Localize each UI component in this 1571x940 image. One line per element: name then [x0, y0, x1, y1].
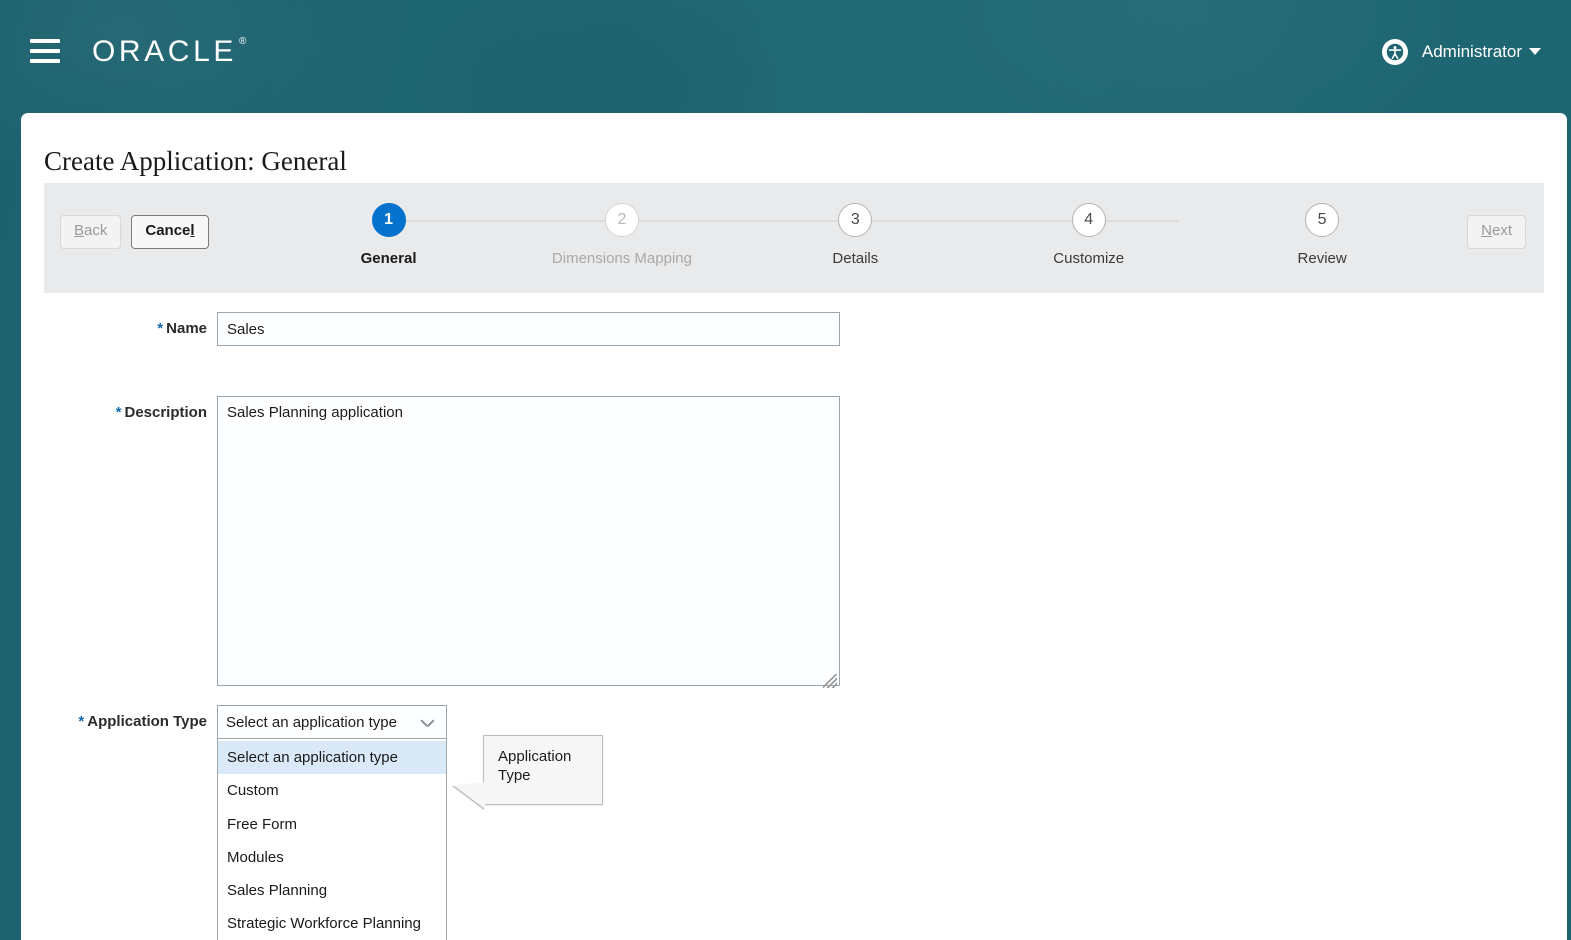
wizard-train: 1 General 2 Dimensions Mapping 3 Details…	[209, 183, 1468, 267]
chevron-down-icon	[1529, 48, 1541, 55]
train-step-label: Review	[1297, 250, 1347, 267]
oracle-logo[interactable]: ORACLE ®	[92, 34, 247, 69]
global-header: ORACLE ® Administrator	[0, 0, 1571, 105]
description-textarea-wrapper: Sales Planning application	[217, 396, 840, 691]
next-label: ext	[1491, 222, 1512, 239]
name-label-text: Name	[166, 320, 207, 337]
application-type-label-text: Application Type	[87, 713, 207, 730]
required-marker: *	[78, 713, 85, 730]
train-step-number: 1	[371, 203, 406, 237]
option-modules[interactable]: Modules	[218, 841, 446, 874]
description-label: * Description	[21, 396, 217, 421]
cancel-label: Cance	[145, 222, 191, 239]
option-sales-planning[interactable]: Sales Planning	[218, 874, 446, 907]
accessibility-icon[interactable]	[1381, 38, 1408, 65]
application-type-tooltip: Application Type	[453, 735, 603, 809]
train-step-number: 3	[838, 203, 873, 237]
hamburger-menu-icon[interactable]	[30, 38, 60, 63]
train-step-label: Customize	[1053, 250, 1125, 267]
hamburger-bar	[30, 38, 60, 43]
train-step-customize[interactable]: 4 Customize	[1004, 203, 1174, 267]
back-label: ack	[84, 222, 108, 239]
tooltip-tail	[453, 782, 485, 809]
application-type-label: * Application Type	[21, 705, 217, 730]
train-step-label: General	[360, 250, 417, 267]
train-step-number: 2	[604, 203, 639, 237]
header-right-group: Administrator	[1381, 38, 1553, 65]
tooltip-text: Application Type	[498, 748, 572, 784]
next-button[interactable]: Next	[1467, 215, 1526, 249]
create-application-form: *Name *Description Sales Planning applic…	[21, 298, 1567, 940]
next-accesskey: N	[1481, 222, 1492, 239]
required-marker: *	[115, 404, 122, 421]
application-type-select-wrapper: Select an application type Select an app…	[217, 705, 447, 940]
train-step-number: 5	[1305, 203, 1340, 237]
chevron-down-icon	[421, 718, 434, 726]
required-marker: *	[157, 320, 164, 337]
train-step-general[interactable]: 1 General	[304, 203, 474, 267]
oracle-wordmark: ORACLE	[92, 34, 237, 68]
description-textarea[interactable]: Sales Planning application	[217, 396, 840, 686]
registered-trademark-icon: ®	[238, 35, 247, 47]
train-step-label: Dimensions Mapping	[551, 250, 692, 267]
hamburger-bar	[30, 48, 60, 53]
hamburger-bar	[30, 58, 60, 63]
cancel-button[interactable]: Cancel	[131, 215, 209, 249]
field-row-application-type: * Application Type Select an application …	[21, 705, 1567, 940]
application-type-select[interactable]: Select an application type	[217, 705, 447, 739]
option-custom[interactable]: Custom	[218, 774, 446, 807]
user-menu[interactable]: Administrator	[1422, 42, 1541, 62]
train-step-dimensions-mapping: 2 Dimensions Mapping	[537, 203, 707, 267]
application-type-selected-value: Select an application type	[226, 713, 397, 731]
train-step-details[interactable]: 3 Details	[770, 203, 940, 267]
cancel-accesskey: l	[190, 222, 195, 239]
user-menu-label: Administrator	[1421, 41, 1522, 61]
train-step-number: 4	[1071, 203, 1106, 237]
toolbar-left-buttons: Back Cancel	[44, 183, 209, 249]
content-card: Create Application: General Back Cancel …	[21, 113, 1567, 940]
description-label-text: Description	[124, 404, 207, 421]
toolbar-right-buttons: Next	[1467, 183, 1544, 249]
back-accesskey: B	[74, 222, 85, 239]
page-title: Create Application: General	[44, 146, 347, 176]
field-row-name: * Name	[21, 312, 1567, 346]
option-select-an-application-type[interactable]: Select an application type	[218, 741, 446, 775]
name-input[interactable]	[217, 312, 840, 346]
application-type-options-list[interactable]: Select an application type Custom Free F…	[217, 739, 447, 940]
option-free-form[interactable]: Free Form	[218, 808, 446, 841]
option-strategic-workforce-planning[interactable]: Strategic Workforce Planning	[218, 907, 446, 940]
train-step-review[interactable]: 5 Review	[1237, 203, 1407, 267]
field-row-description: * Description Sales Planning application	[21, 396, 1567, 691]
back-button[interactable]: Back	[60, 215, 122, 249]
train-step-label: Details	[832, 250, 879, 267]
name-label: * Name	[21, 312, 217, 337]
wizard-train-band: Back Cancel 1 General 2 Dimensions Mappi…	[44, 183, 1544, 293]
